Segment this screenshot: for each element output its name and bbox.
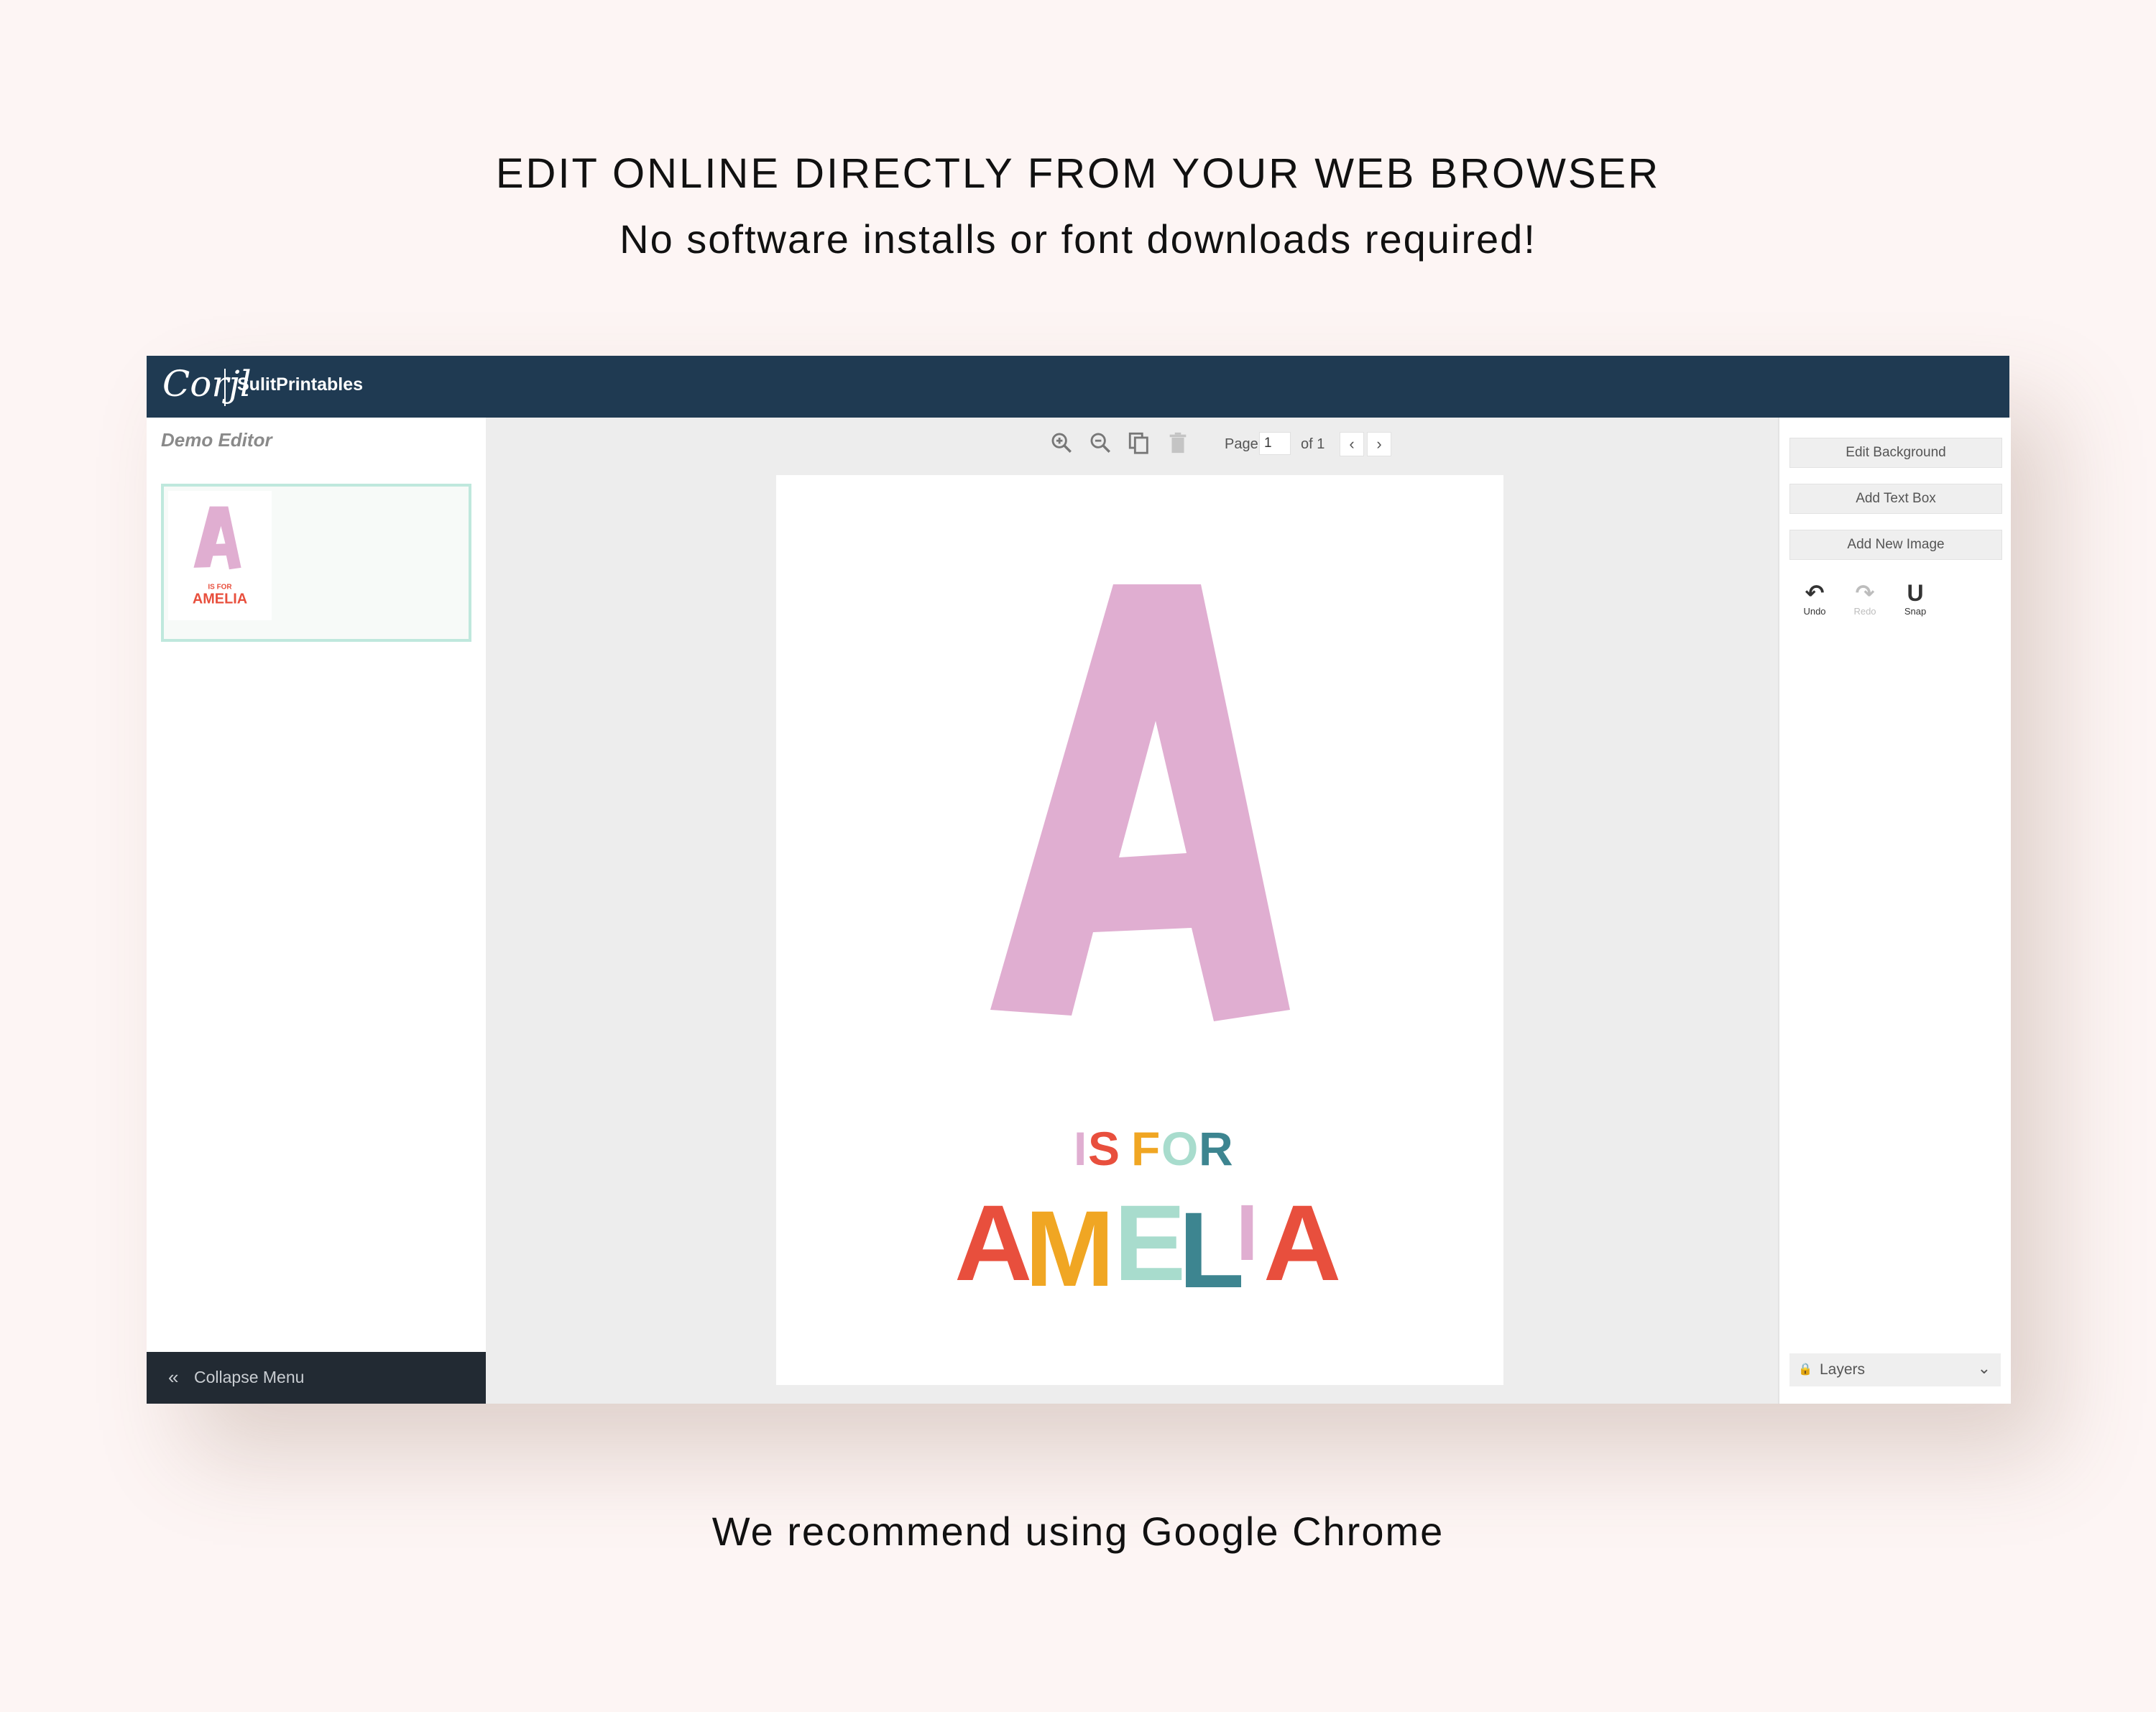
svg-text:F: F	[1131, 1122, 1160, 1175]
page-thumbnail[interactable]: IS FOR AMELIA	[161, 484, 471, 642]
svg-text:I: I	[1074, 1122, 1087, 1175]
panel-title: Demo Editor	[161, 429, 272, 451]
big-letter-a	[990, 584, 1290, 1021]
right-panel: Edit Background Add Text Box Add New Ima…	[1778, 418, 2011, 1404]
promo-heading: EDIT ONLINE DIRECTLY FROM YOUR WEB BROWS…	[495, 150, 1661, 197]
lock-icon: 🔒	[1798, 1363, 1812, 1376]
svg-text:E: E	[1114, 1182, 1186, 1303]
redo-button[interactable]: ↷ Redo	[1847, 580, 1883, 617]
snap-label: Snap	[1904, 606, 1927, 617]
svg-text:O: O	[1161, 1122, 1198, 1175]
svg-text:S: S	[1088, 1122, 1120, 1175]
top-bar: Corjl SulitPrintables	[147, 356, 2009, 418]
is-for-text: I S F O R	[1074, 1122, 1233, 1175]
canvas-toolbar: Page of 1 ‹ ›	[1049, 431, 1552, 459]
promo-subheading: No software installs or font downloads r…	[619, 216, 1537, 262]
editor-window: Corjl SulitPrintables Demo Editor IS FOR…	[147, 356, 2011, 1404]
collapse-menu-button[interactable]: « Collapse Menu	[147, 1352, 486, 1404]
svg-text:I: I	[1236, 1189, 1258, 1277]
thumbnail-preview: IS FOR AMELIA	[168, 491, 272, 620]
page-count: of 1	[1301, 436, 1325, 452]
trash-icon[interactable]	[1166, 431, 1190, 461]
name-text: A M E L I A	[954, 1182, 1341, 1310]
layers-label: Layers	[1820, 1361, 1866, 1378]
layers-dropdown[interactable]: 🔒 Layers ⌄	[1789, 1353, 2001, 1386]
logo-divider	[224, 369, 226, 406]
magnet-icon: U	[1907, 580, 1924, 606]
redo-label: Redo	[1853, 606, 1876, 617]
zoom-out-icon[interactable]	[1088, 431, 1112, 461]
undo-button[interactable]: ↶ Undo	[1797, 580, 1833, 617]
svg-text:M: M	[1025, 1188, 1115, 1309]
thumbnail-design: IS FOR AMELIA	[193, 506, 247, 607]
zoom-in-icon[interactable]	[1049, 431, 1074, 461]
chevron-left-icon[interactable]: ‹	[1340, 432, 1364, 456]
snap-button[interactable]: U Snap	[1897, 580, 1933, 617]
page-number-input[interactable]	[1259, 432, 1291, 455]
svg-text:A: A	[954, 1182, 1032, 1303]
thumb-line1: IS FOR	[208, 583, 231, 591]
design-artwork: I S F O R A M E L I A	[954, 584, 1341, 1310]
brand-name: SulitPrintables	[237, 374, 364, 395]
redo-icon: ↷	[1855, 580, 1875, 606]
left-panel: Demo Editor IS FOR AMELIA « Collapse Men…	[147, 418, 486, 1404]
promo-footer: We recommend using Google Chrome	[711, 1509, 1445, 1554]
collapse-menu-label: Collapse Menu	[194, 1368, 305, 1386]
undo-label: Undo	[1803, 606, 1826, 617]
chevron-right-icon[interactable]: ›	[1367, 432, 1391, 456]
svg-text:A: A	[1263, 1182, 1341, 1303]
copy-icon[interactable]	[1127, 431, 1151, 461]
chevron-down-icon: ⌄	[1977, 1359, 1991, 1377]
page-label: Page	[1225, 436, 1258, 452]
undo-icon: ↶	[1805, 580, 1825, 606]
design-canvas[interactable]: I S F O R A M E L I A	[776, 475, 1503, 1385]
add-text-box-button[interactable]: Add Text Box	[1789, 484, 2002, 514]
thumb-name: AMELIA	[193, 591, 247, 607]
svg-text:L: L	[1179, 1189, 1245, 1310]
add-new-image-button[interactable]: Add New Image	[1789, 530, 2002, 560]
double-chevron-left-icon: «	[168, 1366, 179, 1388]
edit-background-button[interactable]: Edit Background	[1789, 438, 2002, 468]
thumb-letter-a	[193, 506, 241, 570]
svg-text:R: R	[1199, 1122, 1233, 1175]
